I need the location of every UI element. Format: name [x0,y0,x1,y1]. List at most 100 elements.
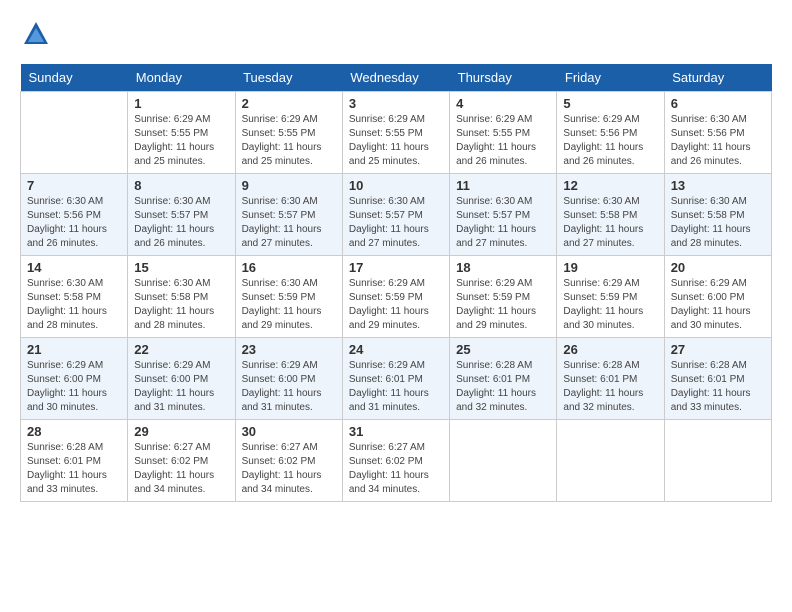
day-number: 28 [27,424,121,439]
day-sun-info: Sunrise: 6:29 AM Sunset: 5:56 PM Dayligh… [563,113,657,169]
day-number: 7 [27,178,121,193]
day-number: 31 [349,424,443,439]
day-sun-info: Sunrise: 6:29 AM Sunset: 6:00 PM Dayligh… [242,359,336,415]
calendar-cell [21,92,128,174]
calendar-week-row: 28 Sunrise: 6:28 AM Sunset: 6:01 PM Dayli… [21,420,772,502]
day-sun-info: Sunrise: 6:29 AM Sunset: 5:55 PM Dayligh… [456,113,550,169]
day-number: 6 [671,96,765,111]
day-sun-info: Sunrise: 6:29 AM Sunset: 6:01 PM Dayligh… [349,359,443,415]
day-number: 24 [349,342,443,357]
calendar-cell: 23 Sunrise: 6:29 AM Sunset: 6:00 PM Dayli… [235,338,342,420]
day-sun-info: Sunrise: 6:29 AM Sunset: 6:00 PM Dayligh… [671,277,765,333]
calendar-cell [557,420,664,502]
calendar-cell: 11Sunrise: 6:30 AM Sunset: 5:57 PM Dayli… [450,174,557,256]
day-number: 20 [671,260,765,275]
day-sun-info: Sunrise: 6:27 AM Sunset: 6:02 PM Dayligh… [134,441,228,497]
calendar-cell: 22Sunrise: 6:29 AM Sunset: 6:00 PM Dayli… [128,338,235,420]
day-sun-info: Sunrise: 6:27 AM Sunset: 6:02 PM Dayligh… [349,441,443,497]
calendar-cell: 15 Sunrise: 6:30 AM Sunset: 5:58 PM Dayli… [128,256,235,338]
day-sun-info: Sunrise: 6:30 AM Sunset: 5:57 PM Dayligh… [349,195,443,251]
day-number: 27 [671,342,765,357]
day-sun-info: Sunrise: 6:29 AM Sunset: 6:00 PM Dayligh… [27,359,121,415]
day-number: 17 [349,260,443,275]
day-of-week-header: Friday [557,64,664,92]
calendar-cell: 6 Sunrise: 6:30 AM Sunset: 5:56 PM Daylig… [664,92,771,174]
day-of-week-header: Wednesday [342,64,449,92]
calendar-cell: 10 Sunrise: 6:30 AM Sunset: 5:57 PM Dayli… [342,174,449,256]
calendar-week-row: 14 Sunrise: 6:30 AM Sunset: 5:58 PM Dayli… [21,256,772,338]
calendar-cell: 5 Sunrise: 6:29 AM Sunset: 5:56 PM Daylig… [557,92,664,174]
day-number: 14 [27,260,121,275]
page-header [20,20,772,54]
day-sun-info: Sunrise: 6:30 AM Sunset: 5:57 PM Dayligh… [134,195,228,251]
day-number: 3 [349,96,443,111]
calendar-cell: 7 Sunrise: 6:30 AM Sunset: 5:56 PM Daylig… [21,174,128,256]
calendar-cell: 13 Sunrise: 6:30 AM Sunset: 5:58 PM Dayli… [664,174,771,256]
day-number: 15 [134,260,228,275]
day-sun-info: Sunrise: 6:30 AM Sunset: 5:58 PM Dayligh… [563,195,657,251]
day-sun-info: Sunrise: 6:29 AM Sunset: 5:59 PM Dayligh… [563,277,657,333]
day-number: 23 [242,342,336,357]
calendar-cell [664,420,771,502]
calendar-cell: 26 Sunrise: 6:28 AM Sunset: 6:01 PM Dayli… [557,338,664,420]
calendar-cell [450,420,557,502]
calendar-header-row: SundayMondayTuesdayWednesdayThursdayFrid… [21,64,772,92]
day-sun-info: Sunrise: 6:28 AM Sunset: 6:01 PM Dayligh… [456,359,550,415]
day-of-week-header: Monday [128,64,235,92]
day-sun-info: Sunrise: 6:30 AM Sunset: 5:56 PM Dayligh… [27,195,121,251]
day-number: 4 [456,96,550,111]
day-number: 26 [563,342,657,357]
calendar-cell: 8 Sunrise: 6:30 AM Sunset: 5:57 PM Daylig… [128,174,235,256]
day-sun-info: Sunrise: 6:30 AM Sunset: 5:58 PM Dayligh… [134,277,228,333]
calendar-cell: 17 Sunrise: 6:29 AM Sunset: 5:59 PM Dayli… [342,256,449,338]
day-number: 10 [349,178,443,193]
day-sun-info: Sunrise: 6:29 AM Sunset: 6:00 PM Dayligh… [134,359,228,415]
day-sun-info: Sunrise: 6:30 AM Sunset: 5:58 PM Dayligh… [671,195,765,251]
day-sun-info: Sunrise: 6:29 AM Sunset: 5:59 PM Dayligh… [349,277,443,333]
calendar-cell: 16Sunrise: 6:30 AM Sunset: 5:59 PM Dayli… [235,256,342,338]
day-number: 25 [456,342,550,357]
calendar-cell: 14 Sunrise: 6:30 AM Sunset: 5:58 PM Dayli… [21,256,128,338]
day-sun-info: Sunrise: 6:27 AM Sunset: 6:02 PM Dayligh… [242,441,336,497]
day-number: 12 [563,178,657,193]
calendar-cell: 4 Sunrise: 6:29 AM Sunset: 5:55 PM Daylig… [450,92,557,174]
calendar-week-row: 21 Sunrise: 6:29 AM Sunset: 6:00 PM Dayli… [21,338,772,420]
day-of-week-header: Saturday [664,64,771,92]
day-of-week-header: Tuesday [235,64,342,92]
calendar-cell: 24 Sunrise: 6:29 AM Sunset: 6:01 PM Dayli… [342,338,449,420]
day-sun-info: Sunrise: 6:29 AM Sunset: 5:55 PM Dayligh… [349,113,443,169]
calendar-cell: 2 Sunrise: 6:29 AM Sunset: 5:55 PM Daylig… [235,92,342,174]
calendar-cell: 19 Sunrise: 6:29 AM Sunset: 5:59 PM Dayli… [557,256,664,338]
calendar-week-row: 7 Sunrise: 6:30 AM Sunset: 5:56 PM Daylig… [21,174,772,256]
calendar-cell: 27 Sunrise: 6:28 AM Sunset: 6:01 PM Dayli… [664,338,771,420]
calendar-cell: 30 Sunrise: 6:27 AM Sunset: 6:02 PM Dayli… [235,420,342,502]
day-number: 30 [242,424,336,439]
day-number: 13 [671,178,765,193]
day-sun-info: Sunrise: 6:28 AM Sunset: 6:01 PM Dayligh… [27,441,121,497]
day-sun-info: Sunrise: 6:30 AM Sunset: 5:56 PM Dayligh… [671,113,765,169]
calendar-cell: 9Sunrise: 6:30 AM Sunset: 5:57 PM Daylig… [235,174,342,256]
day-number: 9 [242,178,336,193]
day-number: 5 [563,96,657,111]
day-number: 18 [456,260,550,275]
logo-icon [22,20,50,48]
calendar-cell: 12 Sunrise: 6:30 AM Sunset: 5:58 PM Dayli… [557,174,664,256]
day-number: 8 [134,178,228,193]
calendar-cell: 29Sunrise: 6:27 AM Sunset: 6:02 PM Dayli… [128,420,235,502]
day-of-week-header: Thursday [450,64,557,92]
day-sun-info: Sunrise: 6:28 AM Sunset: 6:01 PM Dayligh… [671,359,765,415]
day-sun-info: Sunrise: 6:30 AM Sunset: 5:58 PM Dayligh… [27,277,121,333]
day-of-week-header: Sunday [21,64,128,92]
calendar-week-row: 1Sunrise: 6:29 AM Sunset: 5:55 PM Daylig… [21,92,772,174]
day-sun-info: Sunrise: 6:28 AM Sunset: 6:01 PM Dayligh… [563,359,657,415]
day-number: 2 [242,96,336,111]
day-number: 21 [27,342,121,357]
day-number: 19 [563,260,657,275]
calendar-cell: 3 Sunrise: 6:29 AM Sunset: 5:55 PM Daylig… [342,92,449,174]
day-number: 11 [456,178,550,193]
calendar-cell: 21 Sunrise: 6:29 AM Sunset: 6:00 PM Dayli… [21,338,128,420]
day-sun-info: Sunrise: 6:30 AM Sunset: 5:59 PM Dayligh… [242,277,336,333]
calendar-table: SundayMondayTuesdayWednesdayThursdayFrid… [20,64,772,502]
day-sun-info: Sunrise: 6:29 AM Sunset: 5:55 PM Dayligh… [242,113,336,169]
calendar-cell: 18Sunrise: 6:29 AM Sunset: 5:59 PM Dayli… [450,256,557,338]
